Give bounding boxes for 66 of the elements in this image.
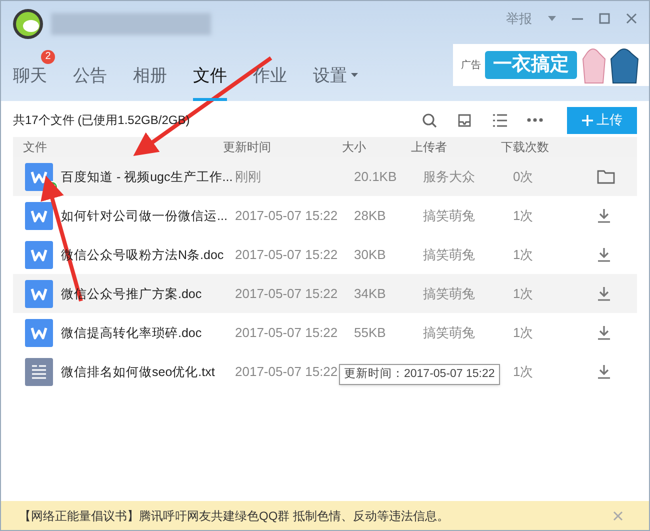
ad-tag: 广告 bbox=[461, 58, 481, 72]
download-icon[interactable] bbox=[597, 208, 611, 223]
file-name: 微信排名如何做seo优化.txt bbox=[61, 364, 215, 379]
unread-badge: 2 bbox=[41, 50, 55, 64]
upload-button[interactable]: 上传 bbox=[567, 106, 637, 134]
plus-icon bbox=[582, 114, 592, 126]
tab[interactable]: 文件 bbox=[193, 62, 227, 101]
list-icon[interactable] bbox=[492, 114, 507, 126]
file-size: 34KB bbox=[354, 284, 387, 303]
search-icon[interactable] bbox=[422, 112, 437, 128]
tooltip: 更新时间：2017-05-07 15:22 bbox=[339, 364, 500, 386]
ad-banner[interactable]: 广告 一衣搞定 bbox=[453, 44, 649, 86]
uploader-name: 服务大众 bbox=[423, 168, 476, 186]
tab[interactable]: 相册 bbox=[133, 62, 167, 101]
update-time: 2017-05-07 15:22 bbox=[235, 286, 338, 301]
update-time: 2017-05-07 15:22 bbox=[235, 208, 338, 223]
file-row[interactable]: 百度知道 - 视频ugc生产工作... 刚刚 20.1KB 服务大众 0次 bbox=[13, 157, 637, 196]
more-icon[interactable] bbox=[527, 118, 543, 122]
download-icon[interactable] bbox=[597, 325, 611, 340]
download-count: 1次 bbox=[513, 324, 534, 342]
download-count: 1次 bbox=[513, 246, 534, 264]
notice-text: 【网络正能量倡议书】腾讯呼吁网友共建绿色QQ群 抵制色情、反动等违法信息。 bbox=[19, 508, 450, 524]
uploader-name: 搞笑萌兔 bbox=[423, 284, 476, 303]
close-icon[interactable] bbox=[626, 13, 637, 24]
update-time: 刚刚 bbox=[235, 168, 261, 184]
report-link[interactable]: 举报 bbox=[506, 9, 532, 28]
file-name: 微信提高转化率琐碎.doc bbox=[61, 326, 202, 340]
update-time: 2017-05-07 15:22 bbox=[235, 364, 338, 379]
text-file-icon bbox=[25, 358, 53, 386]
column-header[interactable]: 大小 bbox=[342, 138, 411, 156]
uploader-name: 搞笑萌兔 bbox=[423, 206, 476, 225]
column-header[interactable]: 上传者 bbox=[411, 138, 501, 156]
ad-slogan: 一衣搞定 bbox=[485, 51, 577, 79]
file-size: 20.1KB bbox=[354, 168, 398, 186]
file-name: 如何针对公司做一份微信运... bbox=[61, 208, 228, 223]
download-count: 1次 bbox=[513, 284, 534, 303]
group-avatar-icon bbox=[13, 9, 43, 39]
file-size: 28KB bbox=[354, 206, 387, 225]
tab[interactable]: 设置 bbox=[313, 62, 358, 101]
inbox-icon[interactable] bbox=[457, 112, 472, 128]
download-icon[interactable] bbox=[597, 364, 611, 379]
word-file-icon bbox=[25, 240, 53, 268]
tab[interactable]: 聊天 bbox=[13, 62, 47, 101]
word-file-icon bbox=[25, 202, 53, 230]
tab[interactable]: 公告 bbox=[73, 62, 107, 101]
download-icon[interactable] bbox=[597, 247, 611, 262]
file-size: 55KB bbox=[354, 324, 387, 342]
uploader-name: 搞笑萌兔 bbox=[423, 324, 476, 342]
column-header[interactable]: 下载次数 bbox=[501, 138, 581, 156]
download-count: 1次 bbox=[513, 362, 534, 381]
word-file-icon bbox=[25, 280, 53, 308]
column-header[interactable]: 更新时间 bbox=[223, 138, 342, 156]
maximize-icon[interactable] bbox=[599, 13, 610, 24]
download-count: 0次 bbox=[513, 168, 534, 186]
uploader-name: 搞笑萌兔 bbox=[423, 246, 476, 264]
file-size: 30KB bbox=[354, 246, 387, 264]
file-name: 百度知道 - 视频ugc生产工作... bbox=[61, 170, 233, 184]
column-header[interactable]: 文件 bbox=[13, 138, 223, 156]
tab[interactable]: 作业 bbox=[253, 62, 287, 101]
update-time: 2017-05-07 15:22 bbox=[235, 324, 338, 340]
update-time: 2017-05-07 15:22 bbox=[235, 246, 338, 262]
folder-icon[interactable] bbox=[597, 169, 615, 184]
download-count: 1次 bbox=[513, 206, 534, 225]
caret-icon[interactable] bbox=[548, 16, 556, 22]
download-icon[interactable] bbox=[597, 286, 611, 301]
word-file-icon bbox=[25, 318, 53, 346]
